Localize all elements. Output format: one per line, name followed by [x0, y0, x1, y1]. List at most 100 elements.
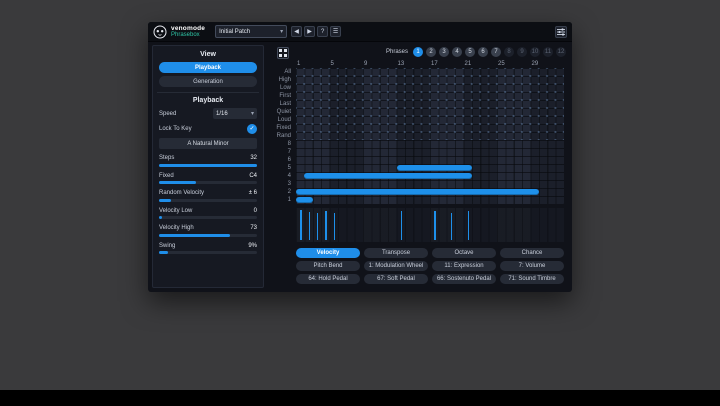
tab-1-modulation-wheel[interactable]: 1: Modulation Wheel	[364, 261, 428, 271]
velocity-stem-step-1[interactable]	[300, 210, 302, 240]
param-velocity-high: Velocity High 73	[159, 225, 257, 237]
tab-67-soft-pedal[interactable]: 67: Soft Pedal	[364, 274, 428, 284]
note-grid[interactable]	[296, 68, 564, 204]
param-row: Velocity Low 0	[159, 208, 257, 214]
next-preset-button[interactable]: ▶	[304, 26, 316, 37]
param-value: 0	[253, 207, 257, 214]
lock-to-key-label: Lock To Key	[159, 125, 192, 132]
notes-layer	[296, 68, 564, 204]
phrase-2-button[interactable]: 2	[426, 47, 436, 57]
param-steps: Steps 32	[159, 155, 257, 167]
row-label-rand: Rand	[276, 133, 291, 139]
column-number-9: 9	[364, 61, 368, 67]
slider-velocity-high[interactable]	[159, 233, 257, 237]
phrase-11-button[interactable]: 11	[543, 47, 553, 57]
param-random-velocity: Random Velocity ± 6	[159, 190, 257, 202]
phrase-3-button[interactable]: 3	[439, 47, 449, 57]
param-value: 32	[250, 155, 257, 161]
column-number-13: 13	[397, 61, 405, 67]
velocity-stem-step-5[interactable]	[333, 212, 336, 240]
velocity-stem-step-3[interactable]	[316, 213, 319, 240]
slider-swing[interactable]	[159, 251, 257, 254]
column-number-21: 21	[464, 61, 472, 67]
note-bar-row-1[interactable]	[296, 197, 313, 203]
view-generation-button[interactable]: Generation	[159, 76, 257, 87]
phrase-4-button[interactable]: 4	[452, 47, 462, 57]
row-label-high: High	[278, 77, 291, 83]
view-buttons: Playback Generation	[159, 62, 257, 87]
phrase-5-button[interactable]: 5	[465, 47, 475, 57]
venomode-logo-icon	[153, 25, 167, 39]
row-label-6: 6	[287, 157, 291, 163]
row-label-3: 3	[287, 181, 291, 187]
velocity-stem-step-2[interactable]	[308, 212, 311, 240]
slider-fixed[interactable]	[159, 181, 257, 184]
row-label-all: All	[284, 69, 291, 75]
velocity-stem-step-17[interactable]	[434, 210, 436, 240]
param-swing: Swing 9%	[159, 243, 257, 254]
velocity-stem-step-13[interactable]	[400, 211, 403, 240]
column-numbers: 1 5 9 13 17 21 25 29	[296, 61, 564, 68]
prev-preset-button[interactable]: ◀	[291, 26, 303, 37]
view-playback-button[interactable]: Playback	[159, 62, 257, 73]
column-number-29: 29	[531, 61, 539, 67]
playback-section-title: Playback	[192, 97, 224, 104]
lock-to-key-checkbox[interactable]: ✓	[247, 123, 257, 134]
tab-transpose[interactable]: Transpose	[364, 248, 428, 258]
slider-steps[interactable]	[159, 163, 257, 167]
slider-random-velocity[interactable]	[159, 198, 257, 202]
tab-chance[interactable]: Chance	[500, 248, 564, 258]
speed-dropdown[interactable]: 1/16 ▾	[213, 108, 257, 119]
note-bar-row-5[interactable]	[396, 165, 472, 171]
slider-fill	[159, 198, 171, 202]
divider	[157, 92, 259, 93]
slider-list: Steps 32 Fixed C4 Random Velocity ± 6 Velocity…	[159, 155, 257, 254]
phrase-9-button[interactable]: 9	[517, 47, 527, 57]
tab-pitch-bend[interactable]: Pitch Bend	[296, 261, 360, 271]
settings-button[interactable]	[555, 25, 567, 38]
velocity-stem-step-21[interactable]	[467, 211, 470, 240]
phrase-7-button[interactable]: 7	[491, 47, 501, 57]
grid-icon	[279, 49, 287, 57]
help-button[interactable]: ?	[317, 26, 329, 37]
param-velocity-low: Velocity Low 0	[159, 208, 257, 219]
tab-7-volume[interactable]: 7: Volume	[500, 261, 564, 271]
check-icon: ✓	[249, 125, 255, 132]
row-label-1: 1	[287, 197, 291, 203]
phrase-selector: Phrases 1 2 3 4 5 6 7 8 9 10 11 12	[386, 47, 566, 57]
key-select-button[interactable]: A Natural Minor	[159, 138, 257, 149]
slider-fill	[159, 233, 230, 237]
slider-velocity-low[interactable]	[159, 216, 257, 219]
velocity-stem-step-4[interactable]	[325, 211, 327, 240]
tab-octave[interactable]: Octave	[432, 248, 496, 258]
tab-11-expression[interactable]: 11: Expression	[432, 261, 496, 271]
titlebar: venomode Phrasebox Initial Patch ▾ ◀ ▶? ☰	[148, 22, 572, 42]
tab-velocity[interactable]: Velocity	[296, 248, 360, 258]
phrase-12-button[interactable]: 12	[556, 47, 566, 57]
note-bar-row-2[interactable]	[296, 189, 539, 195]
preset-menu-button[interactable]: ☰	[330, 26, 342, 37]
phrasebox-window: venomode Phrasebox Initial Patch ▾ ◀ ▶? ☰	[148, 22, 572, 292]
phrase-1-button[interactable]: 1	[413, 47, 423, 57]
param-fixed: Fixed C4	[159, 173, 257, 184]
tab-66-sostenuto-pedal[interactable]: 66: Sostenuto Pedal	[432, 274, 496, 284]
tab-71-sound-timbre[interactable]: 71: Sound Timbre	[500, 274, 564, 284]
brand: venomode Phrasebox	[171, 25, 205, 39]
column-number-17: 17	[431, 61, 438, 67]
phrase-overview-button[interactable]	[277, 47, 289, 59]
phrase-10-button[interactable]: 10	[530, 47, 540, 57]
param-row: Steps 32	[159, 155, 257, 161]
phrase-8-button[interactable]: 8	[504, 47, 514, 57]
velocity-stem-step-19[interactable]	[450, 212, 453, 240]
phrase-circles: 1 2 3 4 5 6 7 8 9 10 11 12	[413, 47, 566, 57]
param-value: 73	[250, 225, 257, 231]
speed-control: Speed 1/16 ▾	[159, 108, 257, 119]
lock-to-key-control: Lock To Key ✓	[159, 123, 257, 134]
phrase-6-button[interactable]: 6	[478, 47, 488, 57]
chevron-down-icon: ▾	[250, 110, 254, 117]
note-bar-row-4[interactable]	[304, 173, 472, 179]
velocity-lane[interactable]	[296, 208, 564, 242]
preset-select[interactable]: Initial Patch ▾	[215, 25, 288, 38]
tab-64-hold-pedal[interactable]: 64: Hold Pedal	[296, 274, 360, 284]
row-label-loud: Loud	[277, 117, 291, 123]
